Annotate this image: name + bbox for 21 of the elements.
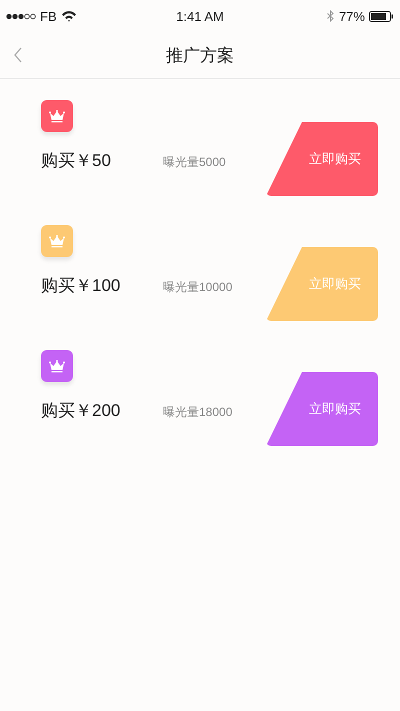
back-button[interactable] xyxy=(12,45,24,65)
crown-icon xyxy=(49,110,65,122)
signal-icon xyxy=(6,12,36,20)
wifi-icon xyxy=(60,10,77,22)
back-icon xyxy=(14,47,22,63)
plan-price: 购买￥50 xyxy=(41,150,112,172)
plan-price: 购买￥100 xyxy=(41,275,122,297)
status-time: 1:41 AM xyxy=(176,8,224,24)
buy-button[interactable]: 立即购买 xyxy=(266,372,378,446)
exposure-label: 曝光量10000 xyxy=(163,279,232,296)
buy-button[interactable]: 立即购买 xyxy=(266,122,378,196)
crown-icon xyxy=(49,234,65,248)
bluetooth-icon xyxy=(326,10,335,22)
plan-price: 购买￥200 xyxy=(41,400,122,422)
battery-icon xyxy=(368,10,394,22)
battery-percentage: 77% xyxy=(338,8,365,24)
exposure-label: 曝光量5000 xyxy=(163,154,226,171)
carrier-label: FB xyxy=(40,8,57,24)
exposure-label: 曝光量18000 xyxy=(163,404,232,421)
crown-icon xyxy=(49,360,65,372)
page-title: 推广方案 xyxy=(166,44,234,66)
